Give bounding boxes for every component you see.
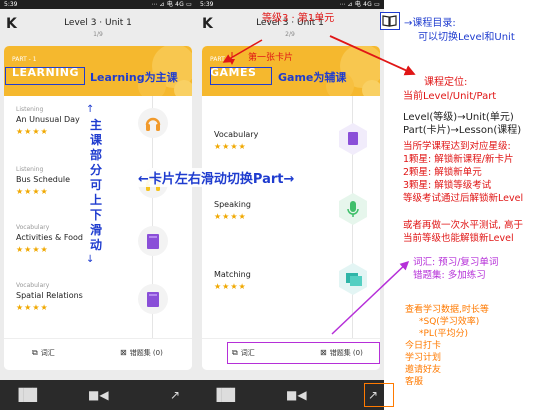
annotation-level-test: 或者再做一次水平测试, 高于 当前等级也能解锁新Level xyxy=(403,220,524,244)
annotation-learning-main: Learning为主课 xyxy=(90,71,178,84)
microphone-icon[interactable] xyxy=(338,192,368,226)
headphone-icon xyxy=(145,117,161,131)
cards-icon[interactable]: ▐█▌ xyxy=(14,388,42,402)
lesson-item[interactable]: Vocabulary Spatial Relations ★★★★ xyxy=(16,282,83,312)
lesson-name: Bus Schedule xyxy=(16,175,71,184)
annotation-game-aux: Game为辅课 xyxy=(278,71,347,84)
bottom-nav: ▐█▌ ■◀ ↗ xyxy=(0,380,196,410)
lesson-type: Listening xyxy=(16,106,44,113)
lesson-name: Vocabulary xyxy=(214,130,259,139)
lesson-item[interactable]: Listening Bus Schedule ★★★★ xyxy=(16,166,70,196)
lesson-node[interactable] xyxy=(138,284,168,314)
catalog-button[interactable] xyxy=(380,12,400,30)
lesson-name: Activities & Food xyxy=(16,233,84,242)
part-label: PART - 1 xyxy=(12,56,37,63)
bottom-nav: ▐█▌ ■◀ ↗ xyxy=(196,380,384,410)
lesson-type: Vocabulary xyxy=(16,224,50,231)
lesson-item[interactable]: Speaking ★★★★ xyxy=(214,198,251,221)
games-highlight-box xyxy=(210,67,272,85)
lesson-name: An Unusual Day xyxy=(16,115,80,124)
wrong-answers-label: 错题集 (0) xyxy=(129,349,163,357)
annotation-vocab: 词汇: 预习/复习单词 错题集: 多加练习 xyxy=(413,257,499,281)
annotation-level-unit: 等级3 · 第1单元 xyxy=(262,13,335,24)
lesson-name: Spatial Relations xyxy=(16,291,83,300)
arrow-up-icon: ↑ xyxy=(86,104,95,115)
card-footer: ⧉ 词汇 ⊠ 错题集 (0) xyxy=(4,338,192,370)
annotation-positioning-sub: 当前Level/Unit/Part xyxy=(403,91,497,102)
stats-highlight-box xyxy=(364,383,394,407)
status-time: 5:39 xyxy=(200,1,214,8)
lesson-item[interactable]: Vocabulary ★★★★ xyxy=(214,128,258,151)
lesson-stars: ★★★★ xyxy=(214,212,247,221)
annotation-star-unlocks: 当所学课程达到对应星级: 1颗星: 解锁新课程/新卡片 2颗星: 解锁新单元 3… xyxy=(403,141,524,204)
lesson-node[interactable] xyxy=(138,108,168,138)
lesson-item[interactable]: Vocabulary Activities & Food ★★★★ xyxy=(16,224,83,254)
cards-icon[interactable]: ▐█▌ xyxy=(212,388,240,402)
lesson-stars: ★★★★ xyxy=(16,303,49,312)
lesson-name: Speaking xyxy=(214,200,251,209)
lesson-stars: ★★★★ xyxy=(214,282,247,291)
part-card-games[interactable]: PART - 1 GAMES Vocabulary ★★★★ Speaking … xyxy=(202,46,380,370)
vocabulary-button[interactable]: ⧉ 词汇 xyxy=(32,348,55,358)
lesson-node[interactable] xyxy=(138,226,168,256)
annotation-catalog-sub: 可以切换Level和Unit xyxy=(418,32,515,43)
annotation-hierarchy-2: Part(卡片)→Lesson(课程) xyxy=(403,125,522,136)
lesson-stars: ★★★★ xyxy=(214,142,247,151)
annotation-main-scroll: 主课部分可上下滑动 xyxy=(89,118,102,252)
lesson-stars: ★★★★ xyxy=(16,127,49,136)
lesson-item[interactable]: Matching ★★★★ xyxy=(214,268,251,291)
stats-icon[interactable]: ↗ xyxy=(170,388,180,402)
vocabulary-icon: ⧉ xyxy=(32,348,38,357)
arrow-down-icon: ↓ xyxy=(86,254,95,265)
app-header: K Level 3 · Unit 1 1/9 xyxy=(0,9,196,45)
status-bar: 5:39 ⋯ ⊿ 电 4G ▭ xyxy=(0,0,196,9)
lesson-item[interactable]: Listening An Unusual Day ★★★★ xyxy=(16,106,80,136)
screenshot-canvas: 5:39 ⋯ ⊿ 电 4G ▭ K Level 3 · Unit 1 1/9 P… xyxy=(0,0,554,410)
annotation-swipe: ←卡片左右滑动切换Part→ xyxy=(136,168,297,187)
footer-highlight-box xyxy=(227,342,380,364)
book-icon xyxy=(147,234,159,249)
lesson-type: Listening xyxy=(16,166,44,173)
video-icon[interactable]: ■◀ xyxy=(286,388,307,402)
wrong-answers-icon: ⊠ xyxy=(120,348,127,357)
learning-highlight-box xyxy=(5,67,85,85)
part-label: PART - 1 xyxy=(210,56,235,63)
book-icon[interactable] xyxy=(338,122,368,156)
status-icons: ⋯ ⊿ 电 4G ▭ xyxy=(339,1,380,8)
lesson-stars: ★★★★ xyxy=(16,187,49,196)
lesson-name: Matching xyxy=(214,270,251,279)
status-time: 5:39 xyxy=(4,1,18,8)
cards-icon[interactable] xyxy=(338,262,368,296)
card-page-indicator: 2/9 xyxy=(285,31,295,38)
lesson-stars: ★★★★ xyxy=(16,245,49,254)
annotation-positioning-title: 课程定位: xyxy=(424,77,468,88)
card-page-indicator: 1/9 xyxy=(93,31,103,38)
lesson-type: Vocabulary xyxy=(16,282,50,289)
book-open-icon xyxy=(382,15,397,27)
book-icon xyxy=(147,292,159,307)
video-icon[interactable]: ■◀ xyxy=(88,388,109,402)
unit-title: Level 3 · Unit 1 xyxy=(64,18,132,28)
annotation-catalog-title: →课程目录: xyxy=(404,18,456,29)
status-icons: ⋯ ⊿ 电 4G ▭ xyxy=(151,1,192,8)
annotation-data: 查看学习数据,时长等 *SQ(学习效率) *PL(平均分) 今日打卡 学习计划 … xyxy=(405,305,489,387)
annotation-first-card: 第一张卡片 xyxy=(248,53,294,63)
wrong-answers-button[interactable]: ⊠ 错题集 (0) xyxy=(120,348,163,358)
vocabulary-label: 词汇 xyxy=(40,349,55,357)
status-bar: 5:39 ⋯ ⊿ 电 4G ▭ xyxy=(196,0,384,9)
